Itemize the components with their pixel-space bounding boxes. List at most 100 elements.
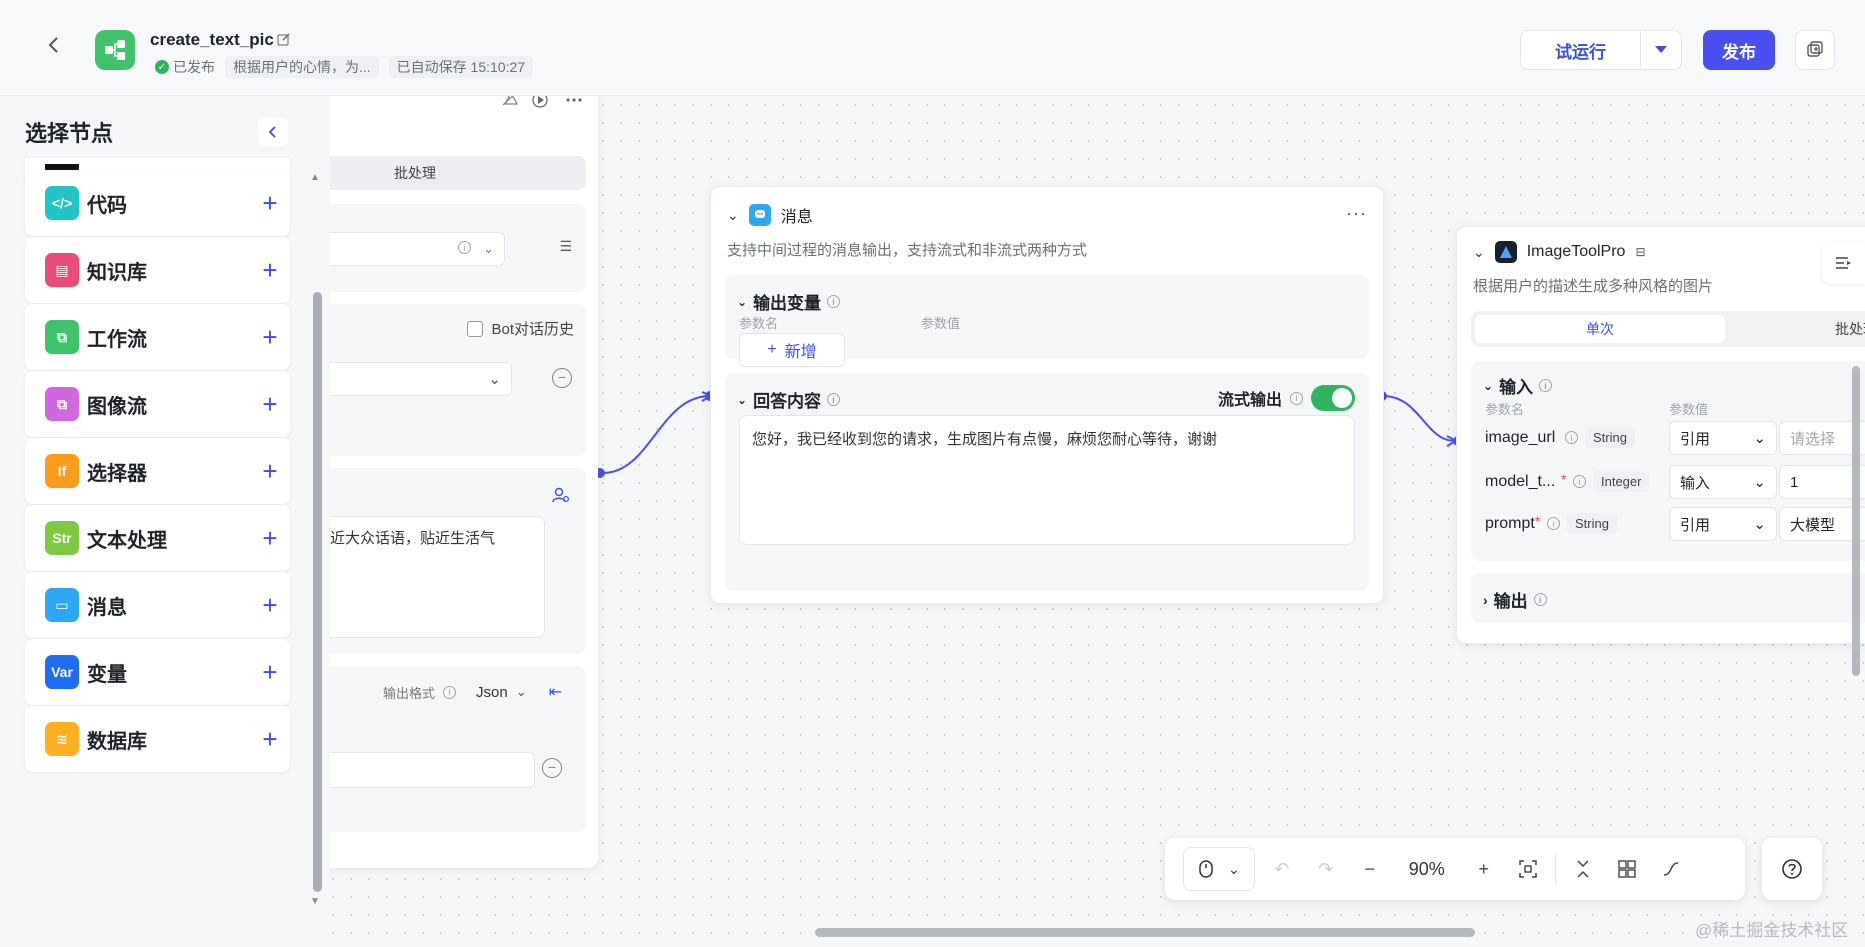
help-icon[interactable] [1762, 838, 1822, 900]
panel-toggle-icon[interactable] [1822, 242, 1865, 284]
add-button[interactable]: + 新增 [739, 333, 845, 367]
info-icon: i [1573, 475, 1586, 488]
import-icon[interactable]: ⇤ [549, 682, 562, 702]
list-item[interactable]: ⧉ 图像流 + [25, 371, 290, 437]
param-row: model_t... * i Integer 输入 ⌄ 1 [1471, 463, 1865, 503]
list-item[interactable]: ⧉ 工作流 + [25, 304, 290, 370]
stream-output-toggle[interactable] [1311, 385, 1355, 411]
plus-icon[interactable]: + [250, 389, 290, 420]
chevron-down-icon[interactable]: ⌄ [737, 295, 747, 309]
undo-icon[interactable]: ↶ [1265, 852, 1299, 886]
scroll-up-icon[interactable]: ▲ [310, 172, 320, 183]
redo-icon[interactable]: ↷ [1309, 852, 1343, 886]
database-icon: ≋ [45, 722, 79, 756]
list-item[interactable]: </> 代码 + [25, 170, 290, 236]
list-item-label: 工作流 [87, 328, 147, 351]
zoom-in-icon[interactable]: + [1467, 852, 1501, 886]
output-title: 输出 [1493, 592, 1528, 611]
chevron-down-icon[interactable] [1641, 31, 1681, 69]
tab-single[interactable]: 单次 [1475, 315, 1725, 343]
prompt-section: 较贴近大众话语，贴近生活气 [300, 468, 586, 654]
collapse-icon[interactable]: ⌄ [1473, 244, 1485, 261]
tab-batch[interactable]: 批处理 [1835, 319, 1865, 339]
plus-icon[interactable]: + [250, 188, 290, 219]
back-icon[interactable] [40, 34, 68, 62]
chevron-down-icon[interactable]: ⌄ [516, 684, 527, 700]
selector-scroll-thumb[interactable] [313, 292, 322, 892]
plus-icon[interactable]: + [250, 255, 290, 286]
test-run-group: 试运行 [1520, 30, 1682, 70]
output-format-label: 输出格式 [382, 685, 435, 701]
zoom-out-icon[interactable]: − [1353, 852, 1387, 886]
bot-history-checkbox[interactable] [467, 320, 484, 337]
list-item[interactable]: ≋ 数据库 + [25, 706, 290, 772]
fit-view-icon[interactable] [1511, 852, 1545, 886]
chevron-down-icon[interactable]: ⌄ [1483, 379, 1493, 393]
collapse-icon[interactable]: ⌄ [727, 207, 739, 224]
llm-node-card[interactable]: 批处理 i⌄ ☰ Bot对话历史 nt ⌄ − 较贴近大 [300, 96, 598, 868]
more-icon[interactable]: ··· [1346, 203, 1367, 224]
plus-icon[interactable]: + [250, 657, 290, 688]
auto-layout-icon[interactable] [1610, 852, 1644, 886]
output-section: › 输出 i [1471, 573, 1865, 623]
plus-icon[interactable]: + [250, 456, 290, 487]
output-format-select[interactable]: Json [476, 684, 508, 701]
info-icon: i [1547, 517, 1560, 530]
mode-value: 引用 [1680, 516, 1711, 534]
value-text: 大模型 [1790, 516, 1836, 534]
list-item-label: 图像流 [87, 395, 147, 418]
remove-icon[interactable]: − [542, 758, 562, 778]
copy-icon[interactable] [1795, 30, 1835, 70]
list-item[interactable]: Var 变量 + [25, 639, 290, 705]
plus-icon[interactable]: + [250, 590, 290, 621]
zoom-level[interactable]: 90% [1397, 859, 1457, 880]
list-item[interactable]: ▤ 知识库 + [25, 237, 290, 303]
status-published-label: 已发布 [173, 59, 215, 75]
line-style-icon[interactable] [1654, 852, 1688, 886]
edit-icon[interactable] [277, 32, 291, 50]
mouse-icon [1199, 860, 1213, 878]
selector-title: 选择节点 [25, 121, 114, 146]
minimap-icon[interactable] [1566, 852, 1600, 886]
list-item-label: 数据库 [87, 730, 147, 753]
prompt-textarea[interactable]: 较贴近大众话语，贴近生活气 [300, 516, 545, 638]
list-item[interactable]: If 选择器 + [25, 438, 290, 504]
app-title: create_text_pic [150, 30, 274, 49]
image-tool-node[interactable]: ⌄ ImageToolPro ⊟ 根据用户的描述生成多种风格的图片 单次 批处理… [1456, 226, 1865, 644]
remove-icon[interactable]: − [552, 368, 572, 388]
plus-icon[interactable]: + [250, 523, 290, 554]
message-node[interactable]: ⌄ 消息 ··· 支持中间过程的消息输出，支持流式和非流式两种方式 ⌄ 输出变量… [710, 186, 1384, 604]
chevron-down-icon[interactable]: ⌄ [737, 393, 747, 407]
workflow-logo-icon [95, 30, 135, 70]
output-name-input[interactable] [300, 752, 535, 788]
param-value-header: 参数值 [1669, 402, 1709, 417]
input-title: 输入 [1499, 378, 1534, 397]
vertical-scrollbar[interactable] [1852, 366, 1860, 676]
mode-select[interactable]: 输入 ⌄ [1669, 465, 1777, 499]
collapse-panel-icon[interactable] [258, 118, 288, 146]
plus-icon[interactable]: + [250, 724, 290, 755]
settings-sliders-icon[interactable]: ☰ [559, 238, 572, 255]
chevron-right-icon[interactable]: › [1483, 592, 1488, 608]
publish-button[interactable]: 发布 [1703, 30, 1775, 70]
answer-textarea[interactable]: 您好，我已经收到您的请求，生成图片有点慢，麻烦您耐心等待，谢谢 [739, 415, 1355, 545]
test-run-button[interactable]: 试运行 [1521, 31, 1641, 69]
info-icon: i [1539, 379, 1553, 392]
answer-text: 您好，我已经收到您的请求，生成图片有点慢，麻烦您耐心等待，谢谢 [752, 431, 1218, 448]
toolbar-divider [1554, 854, 1556, 884]
user-settings-icon[interactable] [552, 486, 570, 507]
plus-icon[interactable]: + [250, 322, 290, 353]
pointer-mode-select[interactable]: ⌄ [1183, 847, 1255, 891]
horizontal-scrollbar[interactable] [815, 928, 1475, 937]
model-select[interactable]: i ⌄ [300, 232, 505, 266]
output-section: 输出格式 i Json ⌄ ⇤ − [300, 666, 586, 832]
list-item[interactable]: Str 文本处理 + [25, 505, 290, 571]
mode-select[interactable]: 引用 ⌄ [1669, 507, 1777, 541]
mode-select[interactable]: 引用 ⌄ [1669, 421, 1777, 455]
top-header: create_text_pic ✓ 已发布 根据用户的心情，为... 已自动保存… [0, 0, 1865, 96]
input-select[interactable]: nt ⌄ [300, 362, 512, 396]
batch-tab[interactable]: 批处理 [300, 156, 586, 190]
text-process-icon: Str [45, 521, 79, 555]
scroll-down-icon[interactable]: ▼ [310, 896, 320, 907]
list-item[interactable]: ▭ 消息 + [25, 572, 290, 638]
